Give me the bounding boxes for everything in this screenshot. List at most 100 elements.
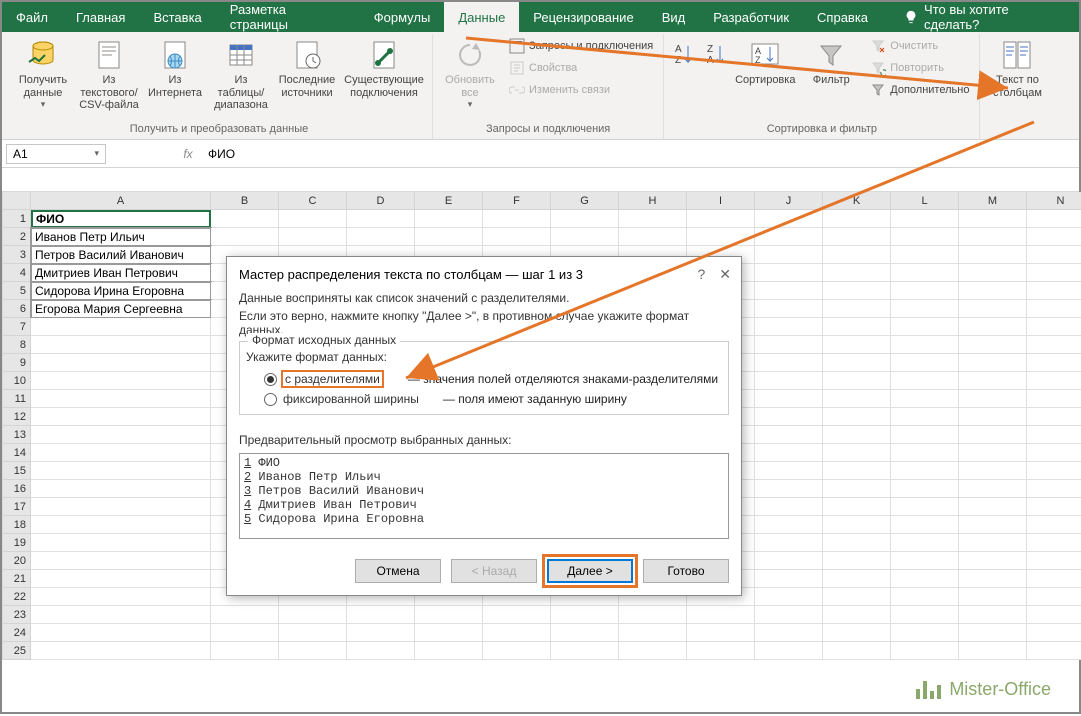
text-to-columns-button[interactable]: Текст по столбцам	[986, 36, 1048, 99]
row-header-11[interactable]: 11	[3, 390, 31, 408]
cell[interactable]	[483, 624, 551, 642]
cell[interactable]	[823, 498, 891, 516]
cell[interactable]	[619, 228, 687, 246]
cell[interactable]	[31, 624, 211, 642]
cell[interactable]	[211, 606, 279, 624]
row-header-2[interactable]: 2	[3, 228, 31, 246]
cell[interactable]	[1027, 300, 1081, 318]
row-header-21[interactable]: 21	[3, 570, 31, 588]
select-all[interactable]	[3, 192, 31, 210]
cell[interactable]	[619, 210, 687, 228]
tab-formulas[interactable]: Формулы	[360, 2, 445, 32]
cell[interactable]	[959, 480, 1027, 498]
cell[interactable]: Егорова Мария Сергеевна	[31, 300, 211, 318]
cell[interactable]	[279, 642, 347, 660]
row-header-1[interactable]: 1	[3, 210, 31, 228]
cell[interactable]	[415, 210, 483, 228]
row-header-23[interactable]: 23	[3, 606, 31, 624]
cell[interactable]	[959, 408, 1027, 426]
cell[interactable]	[1027, 516, 1081, 534]
cell[interactable]	[1027, 318, 1081, 336]
cell[interactable]	[1027, 246, 1081, 264]
cell[interactable]	[31, 444, 211, 462]
cell[interactable]	[755, 498, 823, 516]
reapply-button[interactable]: Повторить	[866, 58, 973, 78]
cell[interactable]	[891, 570, 959, 588]
cell[interactable]	[755, 444, 823, 462]
cell[interactable]	[687, 624, 755, 642]
cell[interactable]	[31, 390, 211, 408]
advanced-filter-button[interactable]: Дополнительно	[866, 80, 973, 100]
col-header-G[interactable]: G	[551, 192, 619, 210]
cell[interactable]	[1027, 534, 1081, 552]
cell[interactable]	[755, 588, 823, 606]
cell[interactable]	[755, 426, 823, 444]
cell[interactable]	[1027, 552, 1081, 570]
cell[interactable]	[891, 462, 959, 480]
cell[interactable]	[891, 642, 959, 660]
cell[interactable]	[1027, 228, 1081, 246]
cell[interactable]	[959, 498, 1027, 516]
cell[interactable]	[755, 462, 823, 480]
cell[interactable]	[687, 642, 755, 660]
row-header-17[interactable]: 17	[3, 498, 31, 516]
cell[interactable]	[959, 426, 1027, 444]
cell[interactable]	[891, 498, 959, 516]
col-header-N[interactable]: N	[1027, 192, 1081, 210]
cell[interactable]	[755, 606, 823, 624]
get-data-button[interactable]: Получить данные▾	[12, 36, 74, 110]
cell[interactable]	[823, 426, 891, 444]
cell[interactable]	[959, 354, 1027, 372]
formula-value[interactable]: ФИО	[200, 147, 235, 161]
col-header-H[interactable]: H	[619, 192, 687, 210]
cell[interactable]: Петров Василий Иванович	[31, 246, 211, 264]
cell[interactable]	[551, 624, 619, 642]
cell[interactable]	[755, 516, 823, 534]
cell[interactable]	[1027, 282, 1081, 300]
cell[interactable]	[1027, 390, 1081, 408]
cell[interactable]	[823, 246, 891, 264]
cell[interactable]	[755, 336, 823, 354]
cell[interactable]	[823, 372, 891, 390]
cell[interactable]	[959, 282, 1027, 300]
sort-button[interactable]: AZ Сортировка	[734, 36, 796, 87]
col-header-K[interactable]: K	[823, 192, 891, 210]
cell[interactable]	[1027, 408, 1081, 426]
cell[interactable]	[823, 606, 891, 624]
from-csv-button[interactable]: Из текстового/ CSV-файла	[78, 36, 140, 112]
cell[interactable]	[483, 606, 551, 624]
cell[interactable]	[891, 426, 959, 444]
cell[interactable]	[415, 642, 483, 660]
refresh-all-button[interactable]: Обновить все▾	[439, 36, 501, 110]
cell[interactable]	[483, 228, 551, 246]
cell[interactable]	[347, 210, 415, 228]
cell[interactable]	[31, 336, 211, 354]
cell[interactable]	[687, 210, 755, 228]
cell[interactable]	[1027, 498, 1081, 516]
cell[interactable]	[31, 354, 211, 372]
radio-delimited[interactable]	[264, 373, 277, 386]
col-header-M[interactable]: M	[959, 192, 1027, 210]
cell[interactable]	[959, 390, 1027, 408]
cell[interactable]	[1027, 462, 1081, 480]
cell[interactable]	[891, 336, 959, 354]
cell[interactable]	[959, 264, 1027, 282]
cell[interactable]	[755, 480, 823, 498]
cell[interactable]	[959, 642, 1027, 660]
filter-button[interactable]: Фильтр	[800, 36, 862, 87]
cell[interactable]	[823, 390, 891, 408]
col-header-C[interactable]: C	[279, 192, 347, 210]
cell[interactable]	[1027, 588, 1081, 606]
cell[interactable]	[959, 444, 1027, 462]
cell[interactable]	[823, 624, 891, 642]
cell[interactable]: ФИО	[31, 210, 211, 228]
finish-button[interactable]: Готово	[643, 559, 729, 583]
cell[interactable]	[755, 624, 823, 642]
help-button[interactable]: ?	[697, 266, 705, 283]
cell[interactable]	[755, 372, 823, 390]
row-header-4[interactable]: 4	[3, 264, 31, 282]
sort-za-button[interactable]: ZA	[702, 36, 730, 74]
preview-box[interactable]: 1 ФИО2 Иванов Петр Ильич3 Петров Василий…	[239, 453, 729, 539]
cell[interactable]	[891, 534, 959, 552]
cell[interactable]	[31, 552, 211, 570]
